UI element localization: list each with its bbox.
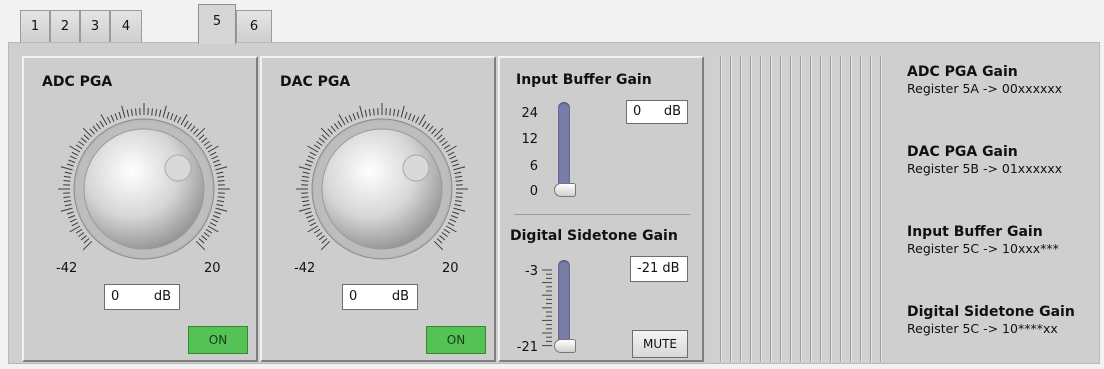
gain-divider xyxy=(514,214,690,215)
input-buffer-slider-track[interactable] xyxy=(558,102,570,196)
adc-pga-scale-min: -42 xyxy=(56,261,78,276)
adc-pga-value: 0 xyxy=(111,289,120,304)
adc-pga-unit: dB xyxy=(153,289,171,304)
input-buffer-tick-6: 6 xyxy=(529,159,538,174)
input-buffer-unit: dB xyxy=(663,104,681,119)
dac-pga-on-button[interactable]: ON xyxy=(426,326,486,354)
adc-pga-knob[interactable] xyxy=(44,94,244,274)
tab-5[interactable]: 5 xyxy=(198,4,236,44)
input-buffer-slider-thumb[interactable] xyxy=(554,183,576,197)
tab-6[interactable]: 6 xyxy=(236,10,272,42)
digital-sidetone-register-info: Digital Sidetone Gain Register 5C -> 10*… xyxy=(907,304,1075,336)
dac-pga-unit: dB xyxy=(391,289,409,304)
tab-3[interactable]: 3 xyxy=(80,10,110,42)
mute-button[interactable]: MUTE xyxy=(632,330,688,358)
digital-sidetone-tick-max: -3 xyxy=(525,264,538,279)
dac-pga-value: 0 xyxy=(349,289,358,304)
input-buffer-title: Input Buffer Gain xyxy=(516,72,652,88)
input-buffer-value-field[interactable]: 0 dB xyxy=(626,100,688,124)
adc-pga-scale-max: 20 xyxy=(204,261,221,276)
dac-pga-value-field[interactable]: 0 dB xyxy=(342,284,418,310)
tab-1[interactable]: 1 xyxy=(20,10,50,42)
input-buffer-register-title: Input Buffer Gain xyxy=(907,224,1043,240)
gain-panel: Input Buffer Gain 24 12 6 0 0 dB Digital… xyxy=(498,56,704,362)
input-buffer-tick-12: 12 xyxy=(521,132,538,147)
digital-sidetone-value: -21 dB xyxy=(637,261,680,276)
dac-pga-register-value: Register 5B -> 01xxxxxx xyxy=(907,161,1063,176)
input-buffer-register-value: Register 5C -> 10xxx*** xyxy=(907,241,1059,256)
input-buffer-value: 0 xyxy=(633,104,642,119)
dac-pga-title: DAC PGA xyxy=(280,74,351,90)
decorative-stripes xyxy=(712,56,882,362)
adc-pga-register-info: ADC PGA Gain Register 5A -> 00xxxxxx xyxy=(907,64,1062,96)
dac-pga-scale-max: 20 xyxy=(442,261,459,276)
adc-pga-register-title: ADC PGA Gain xyxy=(907,64,1018,80)
input-buffer-register-info: Input Buffer Gain Register 5C -> 10xxx**… xyxy=(907,224,1059,256)
input-buffer-tick-24: 24 xyxy=(521,106,538,121)
digital-sidetone-tick-min: -21 xyxy=(516,340,538,355)
tab-2[interactable]: 2 xyxy=(50,10,80,42)
adc-pga-on-button[interactable]: ON xyxy=(188,326,248,354)
digital-sidetone-ticks xyxy=(542,269,552,347)
dac-pga-panel: DAC PGA -42 20 0 dB ON xyxy=(260,56,496,362)
dac-pga-scale-min: -42 xyxy=(294,261,316,276)
input-buffer-tick-0: 0 xyxy=(529,184,538,199)
adc-pga-register-value: Register 5A -> 00xxxxxx xyxy=(907,81,1063,96)
dac-pga-knob[interactable] xyxy=(282,94,482,274)
tab-4[interactable]: 4 xyxy=(110,10,142,42)
adc-pga-value-field[interactable]: 0 dB xyxy=(104,284,180,310)
digital-sidetone-value-field[interactable]: -21 dB xyxy=(630,256,688,282)
dac-pga-register-info: DAC PGA Gain Register 5B -> 01xxxxxx xyxy=(907,144,1062,176)
digital-sidetone-slider-thumb[interactable] xyxy=(554,339,576,353)
digital-sidetone-register-value: Register 5C -> 10****xx xyxy=(907,321,1058,336)
dac-pga-register-title: DAC PGA Gain xyxy=(907,144,1018,160)
digital-sidetone-title: Digital Sidetone Gain xyxy=(510,228,678,244)
adc-pga-title: ADC PGA xyxy=(42,74,113,90)
adc-pga-panel: ADC PGA -42 20 0 dB ON xyxy=(22,56,258,362)
digital-sidetone-register-title: Digital Sidetone Gain xyxy=(907,304,1075,320)
